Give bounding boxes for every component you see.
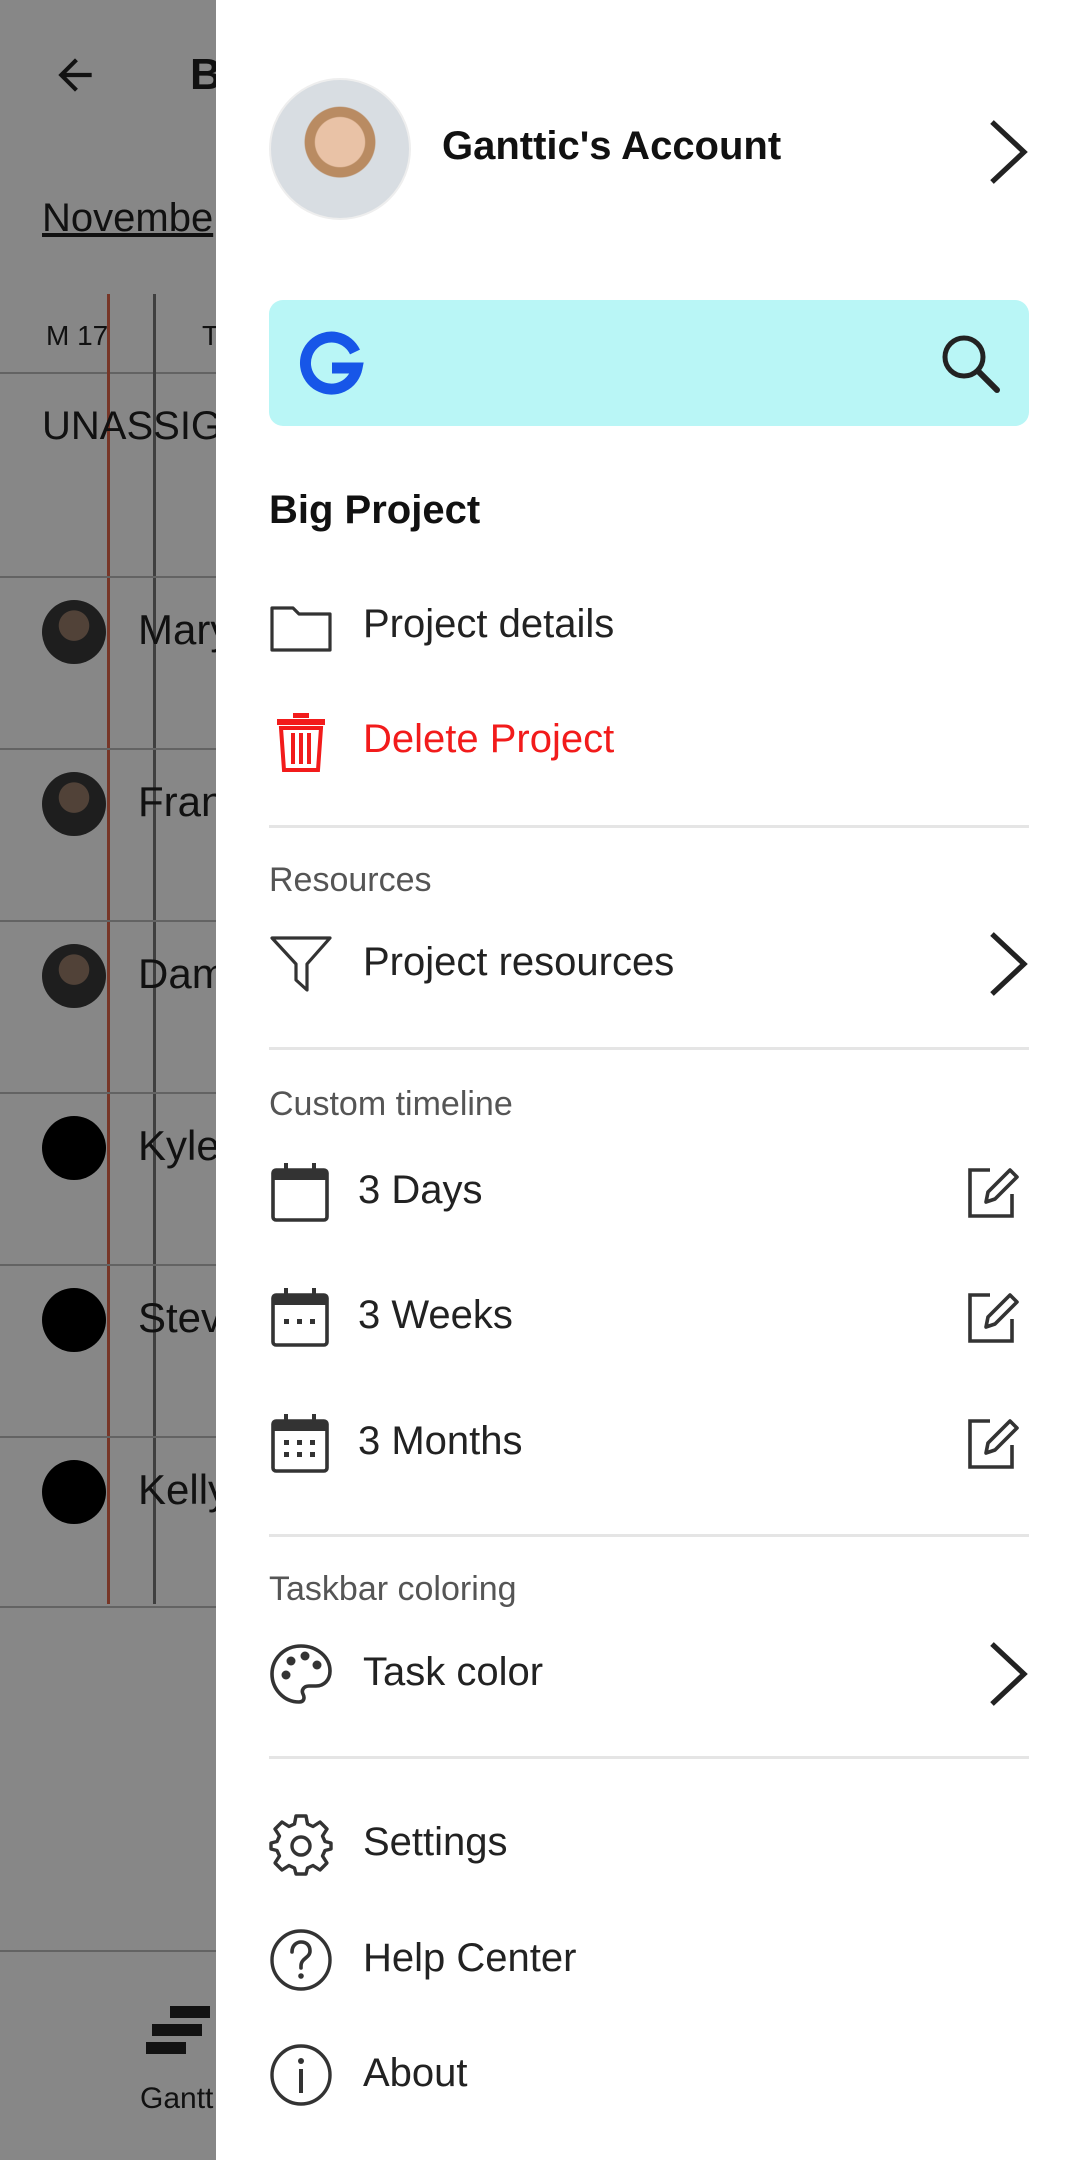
ganttic-logo-icon (300, 331, 364, 395)
custom-timeline-caption: Custom timeline (269, 1085, 513, 1123)
calendar-week-icon (271, 1288, 329, 1347)
timeline-label: 3 Days (358, 1168, 483, 1212)
about-item[interactable]: About (216, 2027, 1080, 2123)
navigation-drawer: Ganttic's Account Big Project Project de… (216, 0, 1080, 2160)
search-bar[interactable] (269, 300, 1029, 426)
calendar-month-icon (271, 1414, 329, 1473)
task-color-label: Task color (363, 1650, 544, 1694)
divider (269, 1756, 1029, 1759)
chevron-right-icon (990, 120, 1028, 184)
edit-icon[interactable] (962, 1413, 1022, 1473)
task-color-item[interactable]: Task color (216, 1626, 1080, 1722)
timeline-item-3-months[interactable]: 3 Months (216, 1395, 1080, 1491)
delete-project-item[interactable]: Delete Project (216, 693, 1080, 789)
help-center-item[interactable]: Help Center (216, 1912, 1080, 2008)
timeline-label: 3 Months (358, 1419, 523, 1463)
resources-caption: Resources (269, 861, 432, 899)
account-avatar (269, 78, 411, 220)
delete-project-label: Delete Project (363, 717, 615, 761)
calendar-icon (271, 1163, 329, 1222)
help-center-label: Help Center (363, 1936, 577, 1980)
divider (269, 825, 1029, 828)
project-details-item[interactable]: Project details (216, 578, 1080, 674)
taskbar-coloring-caption: Taskbar coloring (269, 1570, 517, 1608)
timeline-item-3-days[interactable]: 3 Days (216, 1144, 1080, 1240)
about-label: About (363, 2051, 468, 2095)
account-name: Ganttic's Account (442, 124, 782, 168)
timeline-item-3-weeks[interactable]: 3 Weeks (216, 1269, 1080, 1365)
timeline-label: 3 Weeks (358, 1293, 513, 1337)
chevron-right-icon (990, 932, 1028, 996)
settings-label: Settings (363, 1820, 508, 1864)
search-icon[interactable] (937, 330, 1003, 396)
filter-icon (270, 936, 332, 992)
gear-icon (269, 1814, 333, 1876)
project-resources-label: Project resources (363, 940, 675, 984)
palette-icon (270, 1644, 332, 1704)
divider (269, 1534, 1029, 1537)
trash-icon (277, 713, 325, 772)
chevron-right-icon (990, 1642, 1028, 1706)
edit-icon[interactable] (962, 1162, 1022, 1222)
help-icon (270, 1929, 332, 1991)
project-resources-item[interactable]: Project resources (216, 916, 1080, 1012)
project-details-label: Project details (363, 602, 615, 646)
account-header[interactable]: Ganttic's Account (216, 72, 1080, 232)
project-title: Big Project (269, 488, 481, 532)
info-icon (270, 2044, 332, 2106)
edit-icon[interactable] (962, 1287, 1022, 1347)
settings-item[interactable]: Settings (216, 1796, 1080, 1892)
divider (269, 1047, 1029, 1050)
folder-icon (270, 606, 332, 652)
